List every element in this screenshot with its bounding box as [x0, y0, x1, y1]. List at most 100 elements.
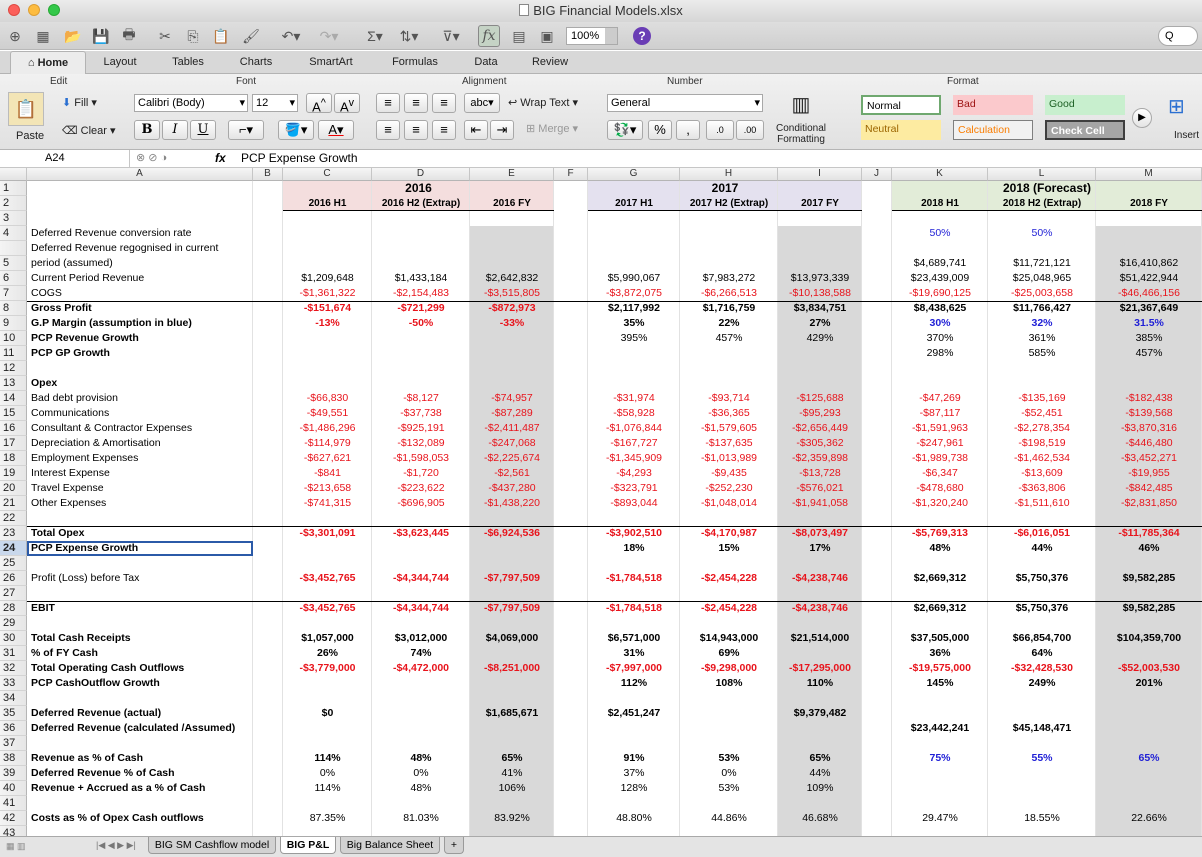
style-neutral[interactable]: Neutral: [861, 120, 941, 140]
cell-d8[interactable]: -$721,299: [372, 301, 470, 316]
row-header[interactable]: 38: [0, 751, 27, 766]
cell-k42[interactable]: 29.47%: [892, 811, 988, 826]
cell-c16[interactable]: -$1,486,296: [283, 421, 372, 436]
cell-g18[interactable]: -$1,345,909: [588, 451, 680, 466]
tab-data[interactable]: Data: [464, 51, 508, 74]
row-header[interactable]: 27: [0, 586, 27, 601]
cell-m7[interactable]: -$46,466,156: [1096, 286, 1202, 301]
undo-icon[interactable]: ↶▾: [276, 25, 306, 47]
column-header-k[interactable]: K: [892, 168, 988, 181]
cell-k38[interactable]: 75%: [892, 751, 988, 766]
save-icon[interactable]: 💾: [90, 25, 112, 47]
sort-icon[interactable]: ⇅▾: [394, 25, 424, 47]
cell-i14[interactable]: -$125,688: [778, 391, 862, 406]
cell-m21[interactable]: -$2,831,850: [1096, 496, 1202, 511]
cell-l10[interactable]: 361%: [988, 331, 1096, 346]
cell-k28[interactable]: $2,669,312: [892, 601, 988, 616]
cell-k18[interactable]: -$1,989,738: [892, 451, 988, 466]
cell-c21[interactable]: -$741,315: [283, 496, 372, 511]
row-header[interactable]: 1: [0, 181, 27, 196]
row-header[interactable]: 20: [0, 481, 27, 496]
add-sheet-button[interactable]: +: [444, 837, 464, 854]
tab-smartart[interactable]: SmartArt: [298, 51, 364, 74]
cell-k10[interactable]: 370%: [892, 331, 988, 346]
cell-g26[interactable]: -$1,784,518: [588, 571, 680, 586]
cell-l5[interactable]: $11,721,121: [988, 256, 1096, 271]
cell-h24[interactable]: 15%: [680, 541, 778, 556]
cell-d32[interactable]: -$4,472,000: [372, 661, 470, 676]
cell-g20[interactable]: -$323,791: [588, 481, 680, 496]
cell-l24[interactable]: 44%: [988, 541, 1096, 556]
style-calculation[interactable]: Calculation: [953, 120, 1033, 140]
cell-d7[interactable]: -$2,154,483: [372, 286, 470, 301]
clear-button[interactable]: ⌫ Clear ▾: [62, 124, 116, 137]
cell-d38[interactable]: 48%: [372, 751, 470, 766]
cell-m30[interactable]: $104,359,700: [1096, 631, 1202, 646]
cell-i38[interactable]: 65%: [778, 751, 862, 766]
insert-cells-icon[interactable]: ⊞: [1168, 94, 1185, 119]
cell-h20[interactable]: -$252,230: [680, 481, 778, 496]
align-middle-button[interactable]: ≡: [404, 93, 428, 113]
cell-g16[interactable]: -$1,076,844: [588, 421, 680, 436]
cell-m26[interactable]: $9,582,285: [1096, 571, 1202, 586]
cell-c35[interactable]: $0: [283, 706, 372, 721]
name-box[interactable]: A24: [0, 150, 130, 167]
cell-l38[interactable]: 55%: [988, 751, 1096, 766]
cell-m17[interactable]: -$446,480: [1096, 436, 1202, 451]
cell-h18[interactable]: -$1,013,989: [680, 451, 778, 466]
cell-m5[interactable]: $16,410,862: [1096, 256, 1202, 271]
cell-e40[interactable]: 106%: [470, 781, 554, 796]
cell-d17[interactable]: -$132,089: [372, 436, 470, 451]
cell-g15[interactable]: -$58,928: [588, 406, 680, 421]
cell-h16[interactable]: -$1,579,605: [680, 421, 778, 436]
style-normal[interactable]: Normal: [861, 95, 941, 115]
cell-i9[interactable]: 27%: [778, 316, 862, 331]
cell-g17[interactable]: -$167,727: [588, 436, 680, 451]
selected-cell-a24[interactable]: [27, 541, 253, 556]
column-header-d[interactable]: D: [372, 168, 470, 181]
row-header[interactable]: 8: [0, 301, 27, 316]
cell-i26[interactable]: -$4,238,746: [778, 571, 862, 586]
cell-g7[interactable]: -$3,872,075: [588, 286, 680, 301]
cell-m9[interactable]: 31.5%: [1096, 316, 1202, 331]
align-left-button[interactable]: ≡: [376, 120, 400, 140]
row-header[interactable]: 2: [0, 196, 27, 211]
style-bad[interactable]: Bad: [953, 95, 1033, 115]
cell-k5[interactable]: $4,689,741: [892, 256, 988, 271]
cell-e26[interactable]: -$7,797,509: [470, 571, 554, 586]
cell-h19[interactable]: -$9,435: [680, 466, 778, 481]
cell-m32[interactable]: -$52,003,530: [1096, 661, 1202, 676]
font-size-select[interactable]: 12 ▾: [252, 94, 298, 112]
cell-c39[interactable]: 0%: [283, 766, 372, 781]
cell-c23[interactable]: -$3,301,091: [283, 526, 372, 541]
align-bottom-button[interactable]: ≡: [432, 93, 456, 113]
column-header-j[interactable]: J: [862, 168, 892, 181]
formula-controls-icon[interactable]: ⊗ ⊘ ◑: [136, 151, 167, 164]
cell-i6[interactable]: $13,973,339: [778, 271, 862, 286]
cell-e17[interactable]: -$247,068: [470, 436, 554, 451]
row-header[interactable]: 12: [0, 361, 27, 376]
cell-e15[interactable]: -$87,289: [470, 406, 554, 421]
cell-l7[interactable]: -$25,003,658: [988, 286, 1096, 301]
font-name-select[interactable]: Calibri (Body) ▾: [134, 94, 248, 112]
cell-d30[interactable]: $3,012,000: [372, 631, 470, 646]
cell-m11[interactable]: 457%: [1096, 346, 1202, 361]
cell-g28[interactable]: -$1,784,518: [588, 601, 680, 616]
cell-h17[interactable]: -$137,635: [680, 436, 778, 451]
cell-k4[interactable]: 50%: [892, 226, 988, 241]
decrease-indent-button[interactable]: ⇤: [464, 120, 488, 140]
cell-d6[interactable]: $1,433,184: [372, 271, 470, 286]
cell-i7[interactable]: -$10,138,588: [778, 286, 862, 301]
cell-h6[interactable]: $7,983,272: [680, 271, 778, 286]
row-header[interactable]: 35: [0, 706, 27, 721]
cell-i23[interactable]: -$8,073,497: [778, 526, 862, 541]
align-center-button[interactable]: ≡: [404, 120, 428, 140]
cell-h26[interactable]: -$2,454,228: [680, 571, 778, 586]
tab-tables[interactable]: Tables: [160, 51, 216, 74]
cell-g30[interactable]: $6,571,000: [588, 631, 680, 646]
cell-l36[interactable]: $45,148,471: [988, 721, 1096, 736]
row-header[interactable]: 22: [0, 511, 27, 526]
select-all-corner[interactable]: [0, 168, 27, 181]
cell-e19[interactable]: -$2,561: [470, 466, 554, 481]
cell-l9[interactable]: 32%: [988, 316, 1096, 331]
